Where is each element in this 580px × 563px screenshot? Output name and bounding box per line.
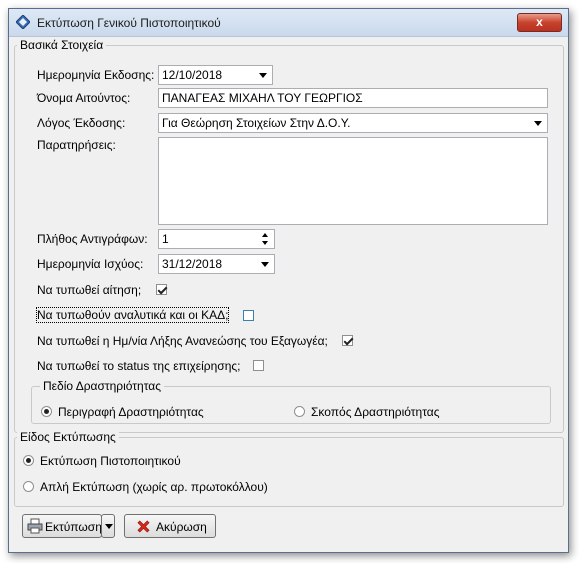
window-title: Εκτύπωση Γενικού Πιστοποιητικού [37,16,221,30]
print-button-label: Εκτύπωση [45,520,102,534]
copies-spinner-icon[interactable] [259,230,274,248]
print-type-legend: Είδος Εκτύπωσης [17,430,119,444]
print-status-checkbox[interactable] [253,360,264,371]
activity-purpose-radio[interactable] [294,406,305,417]
print-button[interactable]: Εκτύπωση [22,514,102,538]
print-certificate-radio[interactable] [23,455,34,466]
print-certificate-label: Εκτύπωση Πιστοποιητικού [40,454,181,468]
copies-stepper[interactable]: 1 [158,229,275,249]
app-diamond-icon [16,15,30,29]
simple-print-label: Απλή Εκτύπωση (χωρίς αρ. πρωτοκόλλου) [40,480,268,494]
print-type-group: Είδος Εκτύπωσης Εκτύπωση Πιστοποιητικού … [14,430,564,507]
title-bar[interactable]: Εκτύπωση Γενικού Πιστοποιητικού x [9,9,568,37]
print-request-checkbox[interactable] [156,284,167,295]
issue-date-label: Ημερομηνία Εκδοσης: [37,68,155,82]
close-button[interactable]: x [517,13,562,32]
issue-date-value: 12/10/2018 [162,68,223,82]
applicant-input[interactable]: ΠΑΝΑΓΕΑΣ ΜΙΧΑΗΛ ΤΟΥ ΓΕΩΡΓΙΟΣ [158,88,548,108]
copies-label: Πλήθος Αντιγράφων: [37,232,148,246]
validity-date-label: Ημερομηνία Ισχύος: [37,257,144,271]
cancel-button[interactable]: Ακύρωση [124,514,216,538]
print-expiry-checkbox[interactable] [342,335,353,346]
validity-date-dropdown-icon[interactable] [257,255,274,273]
simple-print-radio[interactable] [23,481,34,492]
print-status-label: Να τυπωθεί το status της επιχείρησης; [37,359,241,373]
activity-description-label: Περιγραφή Δραστηριότητας [58,405,204,419]
basic-info-legend: Βασικά Στοιχεία [17,38,107,52]
printer-icon [27,518,43,534]
notes-label: Παρατηρήσεις: [37,138,116,152]
basic-info-group: Βασικά Στοιχεία Ημερομηνία Εκδοσης: 12/1… [14,38,564,433]
print-options-dropdown[interactable] [101,514,115,538]
activity-purpose-label: Σκοπός Δραστηριότητας [311,405,440,419]
chevron-down-icon [105,524,113,529]
close-x-icon [137,520,150,533]
validity-date-picker[interactable]: 31/12/2018 [158,254,275,274]
issue-date-picker[interactable]: 12/10/2018 [158,65,273,85]
applicant-value: ΠΑΝΑΓΕΑΣ ΜΙΧΑΗΛ ΤΟΥ ΓΕΩΡΓΙΟΣ [162,91,363,105]
cancel-button-label: Ακύρωση [156,520,207,534]
certificate-dialog: Εκτύπωση Γενικού Πιστοποιητικού x Βασικά… [8,8,569,553]
reason-value: Για Θεώρηση Στοιχείων Στην Δ.Ο.Υ. [162,116,351,130]
issue-date-dropdown-icon[interactable] [255,66,272,84]
validity-date-value: 31/12/2018 [162,257,223,271]
reason-label: Λόγος Έκδοσης: [37,116,126,130]
applicant-label: Όνομα Αιτούντος: [37,91,131,105]
notes-textarea[interactable] [158,137,548,225]
activity-field-group: Πεδίο Δραστηριότητας Περιγραφή Δραστηριό… [31,379,551,424]
reason-select[interactable]: Για Θεώρηση Στοιχείων Στην Δ.Ο.Υ. [158,113,548,133]
print-request-label: Να τυπωθεί αίτηση; [37,283,142,297]
print-kad-label: Να τυπωθούν αναλυτικά και οι ΚΑΔ; [35,307,230,323]
activity-field-legend: Πεδίο Δραστηριότητας [40,379,165,393]
print-expiry-label: Να τυπωθεί η Ημ/νία Λήξης Ανανεώσης του … [37,334,328,348]
print-kad-checkbox[interactable] [243,310,254,321]
copies-value: 1 [162,232,169,246]
activity-description-radio[interactable] [41,406,52,417]
reason-dropdown-icon[interactable] [530,114,547,132]
